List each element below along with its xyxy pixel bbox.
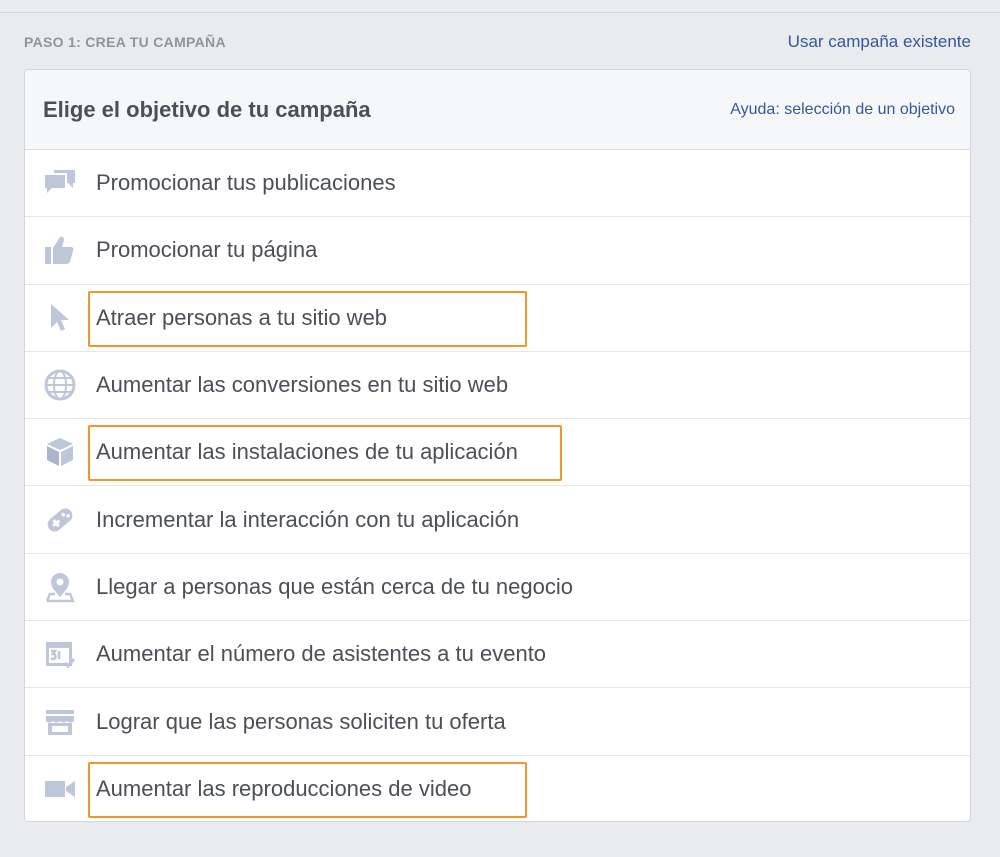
objective-website-conversions[interactable]: Aumentar las conversiones en tu sitio we… xyxy=(25,352,970,420)
card-header: Elige el objetivo de tu campaña Ayuda: s… xyxy=(25,70,970,150)
objective-label: Aumentar las instalaciones de tu aplicac… xyxy=(96,439,518,465)
calendar-icon xyxy=(43,637,77,671)
objective-app-installs[interactable]: Aumentar las instalaciones de tu aplicac… xyxy=(25,419,970,487)
help-objective-link[interactable]: Ayuda: selección de un objetivo xyxy=(730,101,955,119)
objective-offer-claims[interactable]: Lograr que las personas soliciten tu ofe… xyxy=(25,688,970,756)
card-title: Elige el objetivo de tu campaña xyxy=(43,96,371,122)
objective-label: Atraer personas a tu sitio web xyxy=(96,304,388,330)
objective-label: Promocionar tu página xyxy=(96,237,318,263)
objective-video-views[interactable]: Aumentar las reproducciones de video xyxy=(25,756,970,821)
video-camera-icon xyxy=(43,772,77,806)
step-header: PASO 1: CREA TU CAMPAÑA Usar campaña exi… xyxy=(24,30,971,54)
objective-label: Aumentar las reproducciones de video xyxy=(96,776,472,802)
objective-label: Promocionar tus publicaciones xyxy=(96,170,396,196)
objective-event-responses[interactable]: Aumentar el número de asistentes a tu ev… xyxy=(25,621,970,689)
objective-website-traffic[interactable]: Atraer personas a tu sitio web xyxy=(25,285,970,352)
objective-list: Promocionar tus publicaciones Promociona… xyxy=(25,150,970,821)
objective-app-engagement[interactable]: Incrementar la interacción con tu aplica… xyxy=(25,486,970,554)
objective-label: Llegar a personas que están cerca de tu … xyxy=(96,573,573,599)
objective-label: Aumentar el número de asistentes a tu ev… xyxy=(96,641,547,667)
speech-bubbles-icon xyxy=(43,166,77,200)
use-existing-campaign-link[interactable]: Usar campaña existente xyxy=(788,32,971,52)
cursor-icon xyxy=(43,301,77,335)
gamepad-icon xyxy=(43,503,77,537)
objective-label: Aumentar las conversiones en tu sitio we… xyxy=(96,372,509,398)
top-divider xyxy=(0,12,1000,13)
globe-icon xyxy=(43,368,77,402)
storefront-icon xyxy=(43,705,77,739)
objective-promote-page[interactable]: Promocionar tu página xyxy=(25,217,970,285)
objective-label: Lograr que las personas soliciten tu ofe… xyxy=(96,708,506,734)
objective-card: Elige el objetivo de tu campaña Ayuda: s… xyxy=(24,69,971,822)
objective-promote-posts[interactable]: Promocionar tus publicaciones xyxy=(25,150,970,218)
location-pin-icon xyxy=(43,570,77,604)
thumbs-up-icon xyxy=(43,233,77,267)
page: PASO 1: CREA TU CAMPAÑA Usar campaña exi… xyxy=(0,0,1000,857)
objective-local-awareness[interactable]: Llegar a personas que están cerca de tu … xyxy=(25,554,970,622)
box-icon xyxy=(43,435,77,469)
objective-label: Incrementar la interacción con tu aplica… xyxy=(96,506,520,532)
step-title: PASO 1: CREA TU CAMPAÑA xyxy=(24,34,226,50)
